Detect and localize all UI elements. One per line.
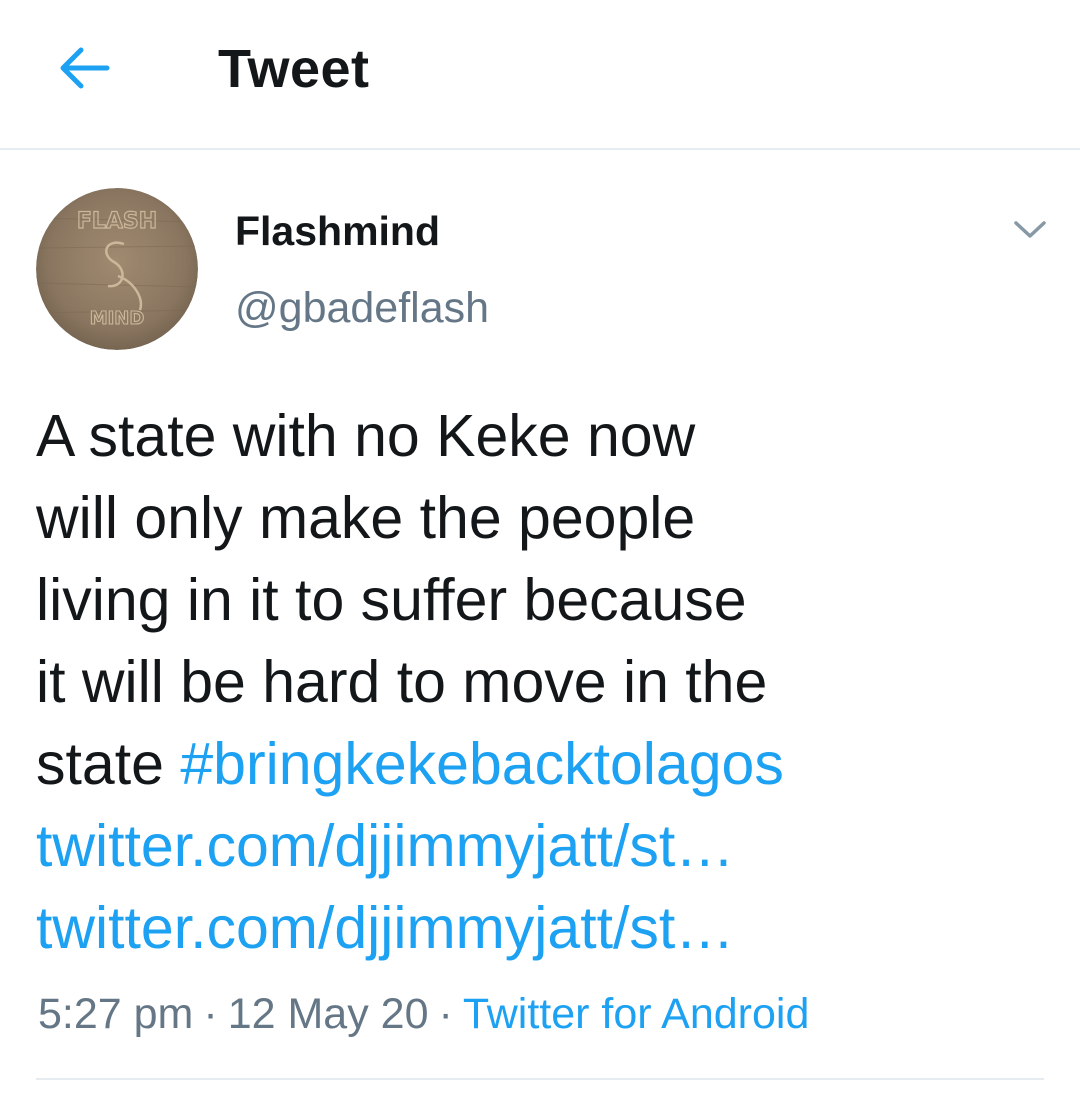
tweet-meta: 5:27 pm · 12 May 20 · Twitter for Android bbox=[38, 990, 809, 1039]
url-link[interactable]: twitter.com/djjimmyjatt/st… bbox=[36, 887, 916, 969]
author-handle[interactable]: @gbadeflash bbox=[235, 284, 489, 333]
page-title: Tweet bbox=[218, 39, 370, 99]
chevron-down-icon bbox=[1013, 219, 1047, 246]
tweet-text-line: A state with no Keke now bbox=[36, 403, 696, 469]
svg-text:MIND: MIND bbox=[90, 308, 145, 329]
more-options-button[interactable] bbox=[1008, 212, 1052, 252]
top-bar: Tweet bbox=[0, 0, 1080, 150]
tweet-text-line: it will be hard to move in the bbox=[36, 649, 768, 715]
hashtag-link[interactable]: #bringkekebacktolagos bbox=[180, 731, 784, 797]
url-link[interactable]: twitter.com/djjimmyjatt/st… bbox=[36, 805, 916, 887]
back-button[interactable] bbox=[52, 42, 116, 98]
meta-separator: · bbox=[203, 990, 218, 1038]
tweet-source-link[interactable]: Twitter for Android bbox=[463, 990, 810, 1038]
tweet-date: 12 May 20 bbox=[227, 990, 429, 1038]
tweet-text-fragment: state bbox=[36, 731, 181, 797]
avatar[interactable]: FLASH MIND bbox=[36, 188, 198, 350]
arrow-left-icon bbox=[57, 46, 111, 95]
tweet-text: A state with no Keke now will only make … bbox=[36, 395, 916, 969]
tweet-text-line: state #bringkekebacktolagos bbox=[36, 723, 916, 805]
tweet-text-line: living in it to suffer because bbox=[36, 567, 747, 633]
svg-text:FLASH: FLASH bbox=[77, 209, 157, 234]
meta-separator: · bbox=[438, 990, 453, 1038]
author-display-name[interactable]: Flashmind bbox=[235, 208, 440, 255]
divider bbox=[36, 1078, 1044, 1080]
tweet-text-line: will only make the people bbox=[36, 485, 696, 551]
tweet-time: 5:27 pm bbox=[38, 990, 194, 1038]
